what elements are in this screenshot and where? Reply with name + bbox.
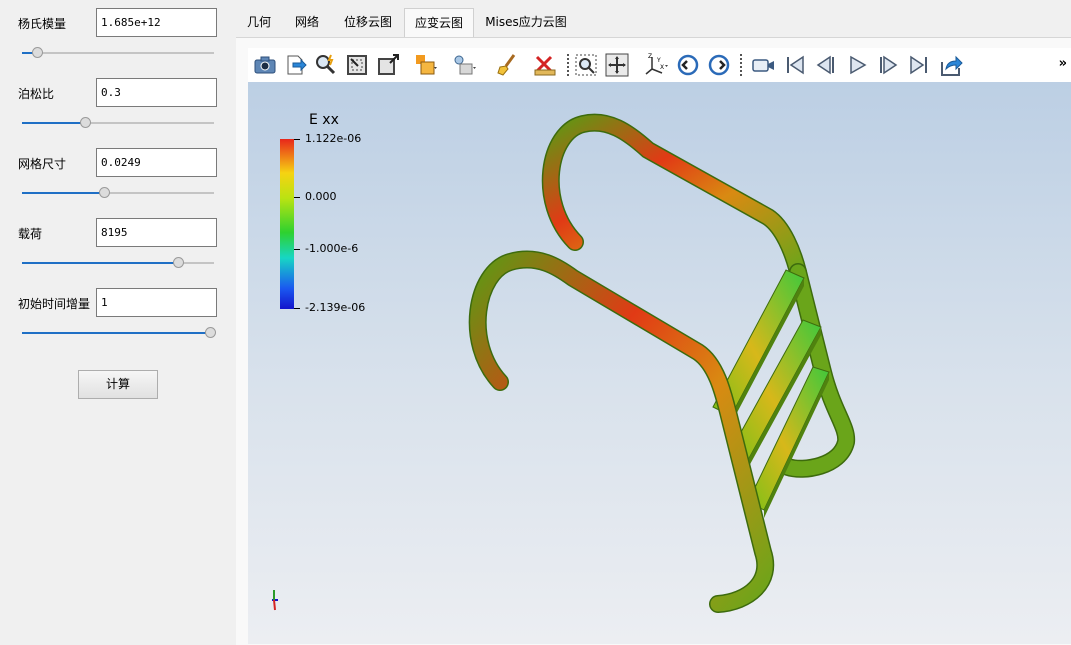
record-icon[interactable] (752, 53, 776, 77)
orientation-axes-icon (272, 590, 278, 611)
strain-contour-model[interactable] (248, 82, 1071, 644)
initial-time-increment-slider[interactable] (22, 326, 216, 340)
rotate-cw-icon[interactable] (707, 53, 731, 77)
rotate-ccw-icon[interactable] (676, 53, 700, 77)
slider-thumb[interactable] (32, 47, 44, 58)
back-rail-shadow (541, 113, 807, 281)
poisson-ratio-slider[interactable] (22, 116, 214, 130)
color-bar (280, 139, 294, 309)
slider-fill (22, 122, 86, 124)
mesh-size-label: 网格尺寸 (18, 157, 67, 171)
last-frame-icon[interactable] (907, 53, 931, 77)
select-cells-icon[interactable] (345, 53, 369, 77)
load-slider[interactable] (22, 256, 214, 270)
svg-text:X: X (660, 64, 664, 71)
slider-fill (22, 262, 182, 264)
slider-track (22, 52, 214, 54)
poisson-ratio-label: 泊松比 (18, 87, 55, 101)
tab-geometry[interactable]: 几何 (240, 8, 278, 37)
tab-displacement-contour[interactable]: 位移云图 (336, 8, 400, 37)
light-kit-icon[interactable] (452, 53, 476, 77)
mesh-size-slider[interactable] (22, 186, 214, 200)
load-input[interactable]: 8195 (96, 218, 217, 247)
tab-mesh[interactable]: 网络 (286, 8, 328, 37)
clean-brush-icon[interactable] (495, 53, 519, 77)
load-label: 载荷 (18, 227, 43, 241)
tab-mises-stress-contour[interactable]: Mises应力云图 (480, 8, 572, 37)
toolbar-separator (740, 54, 742, 76)
reset-camera-icon[interactable] (605, 53, 629, 77)
legend-mid-label: -1.000e-6 (305, 242, 359, 255)
front-rail (470, 252, 773, 612)
camera-icon[interactable] (253, 53, 277, 77)
slider-thumb[interactable] (173, 257, 185, 268)
back-rail (543, 115, 806, 280)
legend-zero-label: 0.000 (305, 190, 337, 203)
previous-frame-icon[interactable] (814, 53, 838, 77)
poisson-ratio-input[interactable]: 0.3 (96, 78, 217, 107)
slider-thumb[interactable] (205, 327, 216, 338)
svg-text:Z: Z (648, 53, 652, 60)
zoom-box-icon[interactable] (574, 53, 598, 77)
initial-time-increment-input[interactable]: 1 (96, 288, 217, 317)
legend-min-label: -2.139e-06 (305, 301, 366, 314)
legend-tick (294, 249, 300, 250)
initial-time-increment-label: 初始时间增量 (18, 297, 91, 311)
legend-tick (294, 139, 300, 140)
toolbar-separator (567, 54, 569, 76)
youngs-modulus-input[interactable]: 1.685e+12 (96, 8, 217, 37)
share-icon[interactable] (939, 53, 963, 77)
play-icon[interactable] (845, 53, 869, 77)
viewer-toolbar: ZYX » (248, 48, 1071, 82)
slider-thumb[interactable] (98, 187, 110, 198)
parameter-panel: 杨氏模量 1.685e+12 泊松比 0.3 网格尺寸 0.0249 载荷 81… (0, 0, 236, 644)
mesh-size-input[interactable]: 0.0249 (96, 148, 217, 177)
probe-icon[interactable] (314, 53, 338, 77)
legend-max-label: 1.122e-06 (305, 132, 362, 145)
youngs-modulus-label: 杨氏模量 (18, 17, 67, 31)
render-viewport[interactable]: E xx 1.122e-06 0.000 -1.000e-6 -2.139e-0… (248, 82, 1071, 644)
tab-strain-contour[interactable]: 应变云图 (404, 8, 474, 37)
legend-tick (294, 308, 300, 309)
next-frame-icon[interactable] (876, 53, 900, 77)
svg-text:Y: Y (656, 57, 661, 64)
slider-thumb[interactable] (80, 117, 92, 128)
compute-button[interactable]: 计算 (78, 370, 158, 399)
legend-title: E xx (309, 112, 339, 128)
select-points-icon[interactable] (376, 53, 400, 77)
legend-tick (294, 197, 300, 198)
ruler-icon[interactable] (533, 53, 557, 77)
toolbar-overflow-button[interactable]: » (1059, 56, 1067, 71)
first-frame-icon[interactable] (783, 53, 807, 77)
slider-fill (22, 332, 214, 334)
export-icon[interactable] (284, 53, 308, 77)
youngs-modulus-slider[interactable] (22, 46, 214, 60)
axes-orientation-icon[interactable]: ZYX (644, 53, 668, 77)
slider-fill (22, 192, 105, 194)
representation-icon[interactable] (414, 53, 438, 77)
